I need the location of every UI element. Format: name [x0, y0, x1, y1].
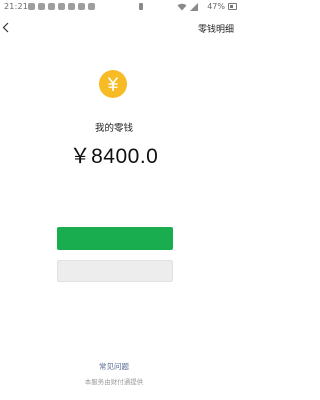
wallet-label: 我的零钱: [94, 123, 133, 134]
app-notification-icon: [48, 3, 55, 10]
battery-icon: [228, 3, 237, 10]
status-time: 21:21: [4, 2, 29, 11]
system-status-icons: 47%: [137, 1, 237, 12]
app-notification-icon: [58, 3, 65, 10]
battery-percent: 47%: [207, 2, 225, 11]
app-notification-icon: [68, 3, 75, 10]
yuan-coin-icon: [99, 70, 127, 98]
chevron-left-icon: [2, 22, 9, 33]
balance-amount: ￥8400.0: [69, 145, 159, 168]
primary-action-button[interactable]: [57, 227, 173, 250]
change-detail-link[interactable]: 零钱明细: [198, 22, 234, 35]
cellular-signal-icon: [190, 3, 198, 11]
app-notification-icon: [88, 3, 95, 10]
app-notification-icon: [28, 3, 35, 10]
app-notification-icon: [38, 3, 45, 10]
signal-tag-icon: [139, 3, 143, 10]
service-provider-note: 本服务由财付通提供: [84, 378, 144, 386]
back-button[interactable]: [0, 18, 18, 38]
secondary-action-button[interactable]: [57, 260, 173, 282]
wifi-icon: [177, 3, 187, 11]
status-bar: 21:21 47%: [0, 0, 240, 13]
faq-link[interactable]: 常见问题: [0, 361, 228, 372]
wallet-change-screen: 21:21 47% 零钱明细 我的零钱 ￥8400.0 常见问题 本服务由财付通…: [0, 0, 240, 400]
app-notification-icon: [78, 3, 85, 10]
